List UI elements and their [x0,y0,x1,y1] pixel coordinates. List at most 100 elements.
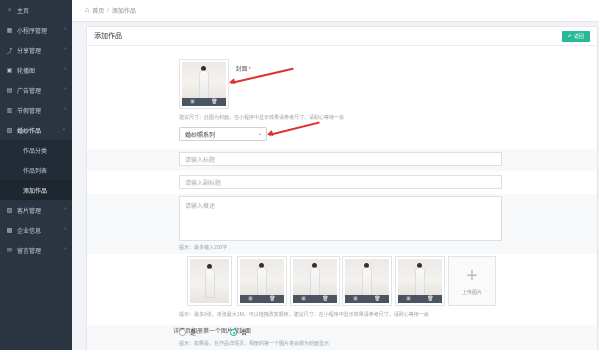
photo-icon: ▧ [6,127,13,134]
sidebar-subitem-label: 作品列表 [23,168,48,175]
upload-image-button[interactable]: + 上传图片 [448,256,496,306]
first-pic-row: 详情页相册第一个图片做封面 是 否 提示：如果是，在作品详情页，相册的第一个图片… [87,325,597,350]
building-icon: ▩ [6,227,13,234]
gallery-image [345,259,389,295]
description-help-text: 提示：最多输入200字 [179,245,228,251]
cover-thumbnail[interactable]: ⊞ 🗑 [179,59,229,109]
subtitle-input[interactable]: 请输入副标题 [179,175,502,189]
category-row: 分类* 婚纱照系列 ⌄ [87,126,597,148]
breadcrumb-current: 添加作品 [111,9,136,15]
chevron-right-icon: › [64,226,66,232]
gallery-thumbnail[interactable]: ⊞ 🗑 [342,256,392,306]
delete-icon[interactable]: 🗑 [269,296,275,302]
subtitle-row: 副标题 请输入副标题 [87,172,597,194]
page-title: 添加作品 [94,33,122,40]
album-icon: ▨ [6,207,13,214]
breadcrumb: ⌂ 首页 / 添加作品 [72,0,599,22]
upload-icon[interactable]: ⊞ [190,99,194,105]
sidebar-item-holiday[interactable]: ▥ 节假管理 › [0,100,72,120]
sidebar-subitem-categories[interactable]: 作品分类 [0,140,72,160]
upload-icon[interactable]: ⊞ [353,296,357,302]
sidebar-item-label: 分享管理 [17,48,42,55]
message-icon: ✉ [6,247,13,254]
delete-icon[interactable]: 🗑 [427,296,433,302]
breadcrumb-home-link[interactable]: 首页 [92,6,104,15]
sidebar-subitem-label: 添加作品 [23,188,48,195]
plus-icon: + [466,265,478,287]
share-icon: ⤴ [6,48,13,55]
upload-icon[interactable]: ⊞ [248,296,252,302]
breadcrumb-separator: / [107,7,109,14]
sidebar-item-label: 婚纱作品 [17,128,42,135]
sidebar-item-label: 留言管理 [17,248,42,255]
chevron-down-icon: ⌄ [257,131,262,137]
gallery-thumbnail[interactable] [187,256,232,306]
first-pic-help-text: 提示：如果是，在作品详情页，相册的第一个图片将会做为封面显示 [179,341,330,347]
form-panel: 添加作品 ↶ 返回 封面* ⊞ 🗑 建议尺寸：此图为封面，在小程序中显示效果请参… [86,26,598,350]
delete-icon[interactable]: 🗑 [322,296,328,302]
delete-icon[interactable]: 🗑 [374,296,380,302]
chevron-right-icon: › [64,46,66,52]
sidebar-item-clients[interactable]: ▨ 客片管理 › [0,200,72,220]
thumb-toolbar: ⊞ 🗑 [293,295,337,303]
sidebar-item-label: 节假管理 [17,108,42,115]
chevron-down-icon: ⌄ [61,126,66,132]
sidebar-subitem-label: 作品分类 [23,148,48,155]
cover-help-text: 建议尺寸：此图为封面，在小程序中显示效果请参考尺寸，请耐心等待一会 [179,115,345,121]
title-row: 标题 请输入标题 [87,149,597,171]
thumb-toolbar: ⊞ 🗑 [345,295,389,303]
radio-yes-label: 是 [190,331,197,337]
sidebar-subitem-list[interactable]: 作品列表 [0,160,72,180]
title-input[interactable]: 请输入标题 [179,152,502,166]
sidebar-item-label: 客片管理 [17,208,42,215]
category-select-value: 婚纱照系列 [185,132,216,139]
sidebar: ⌂ 主页 ▦ 小程序管理 › ⤴ 分享管理 › ▣ 轮播图 › ▤ 广告管理 › ▥ 节假管理 › ▧… [0,0,72,350]
gallery-row: 相册 ⊞🗑 ⊞🗑 ⊞🗑 ⊞🗑 + 上传图片 提示：最多9张，单张最大1M，可以拖… [87,254,597,326]
chevron-right-icon: › [64,106,66,112]
back-icon: ↶ [567,33,572,40]
sidebar-item-label: 小程序管理 [17,28,48,35]
radio-no[interactable]: 否 [230,328,247,337]
gallery-help-text: 提示：最多9张，单张最大1M，可以拖拽改变顺序，建议尺寸：在小程序中显示效果请参… [179,312,429,318]
chevron-right-icon: › [64,26,66,32]
sidebar-item-home[interactable]: ⌂ 主页 [0,0,72,20]
sidebar-item-share[interactable]: ⤴ 分享管理 › [0,40,72,60]
thumb-toolbar: ⊞ 🗑 [398,295,442,303]
gallery-image [240,259,284,295]
sidebar-item-miniprogram[interactable]: ▦ 小程序管理 › [0,20,72,40]
description-textarea[interactable]: 请输入概述 [179,196,502,241]
back-button[interactable]: ↶ 返回 [561,31,590,42]
ad-icon: ▤ [6,87,13,94]
thumb-toolbar: ⊞ 🗑 [240,295,284,303]
radio-circle [179,329,186,336]
gallery-thumbnail[interactable]: ⊞ 🗑 [290,256,340,306]
gallery-thumbnail[interactable]: ⊞ 🗑 [395,256,445,306]
gallery-thumbnail[interactable]: ⊞ 🗑 [237,256,287,306]
calendar-icon: ▥ [6,107,13,114]
upload-image-label: 上传图片 [461,290,482,296]
gallery-image [293,259,337,295]
home-icon: ⌂ [85,7,90,14]
upload-icon[interactable]: ⊞ [406,296,410,302]
sidebar-item-label: 轮播图 [17,68,36,75]
home-icon: ⌂ [7,7,12,13]
back-button-label: 返回 [573,34,584,40]
sidebar-item-messages[interactable]: ✉ 留言管理 › [0,240,72,260]
sidebar-item-ads[interactable]: ▤ 广告管理 › [0,80,72,100]
category-select[interactable]: 婚纱照系列 ⌄ [179,127,267,141]
sidebar-item-company[interactable]: ▩ 企业信息 › [0,220,72,240]
sidebar-item-carousel[interactable]: ▣ 轮播图 › [0,60,72,80]
radio-yes[interactable]: 是 [179,328,196,337]
sidebar-item-works[interactable]: ▧ 婚纱作品 ⌄ [0,120,72,140]
sidebar-subitem-add[interactable]: 添加作品 [0,180,72,200]
radio-no-label: 否 [241,331,248,337]
gallery-image [190,259,229,303]
chevron-right-icon: › [64,246,66,252]
cover-row: 封面* ⊞ 🗑 建议尺寸：此图为封面，在小程序中显示效果请参考尺寸，请耐心等待一… [87,47,597,122]
chevron-right-icon: › [64,66,66,72]
grid-icon: ▦ [6,27,13,34]
thumb-toolbar: ⊞ 🗑 [182,98,226,106]
delete-icon[interactable]: 🗑 [211,99,217,105]
radio-circle-selected [230,329,237,336]
upload-icon[interactable]: ⊞ [301,296,305,302]
